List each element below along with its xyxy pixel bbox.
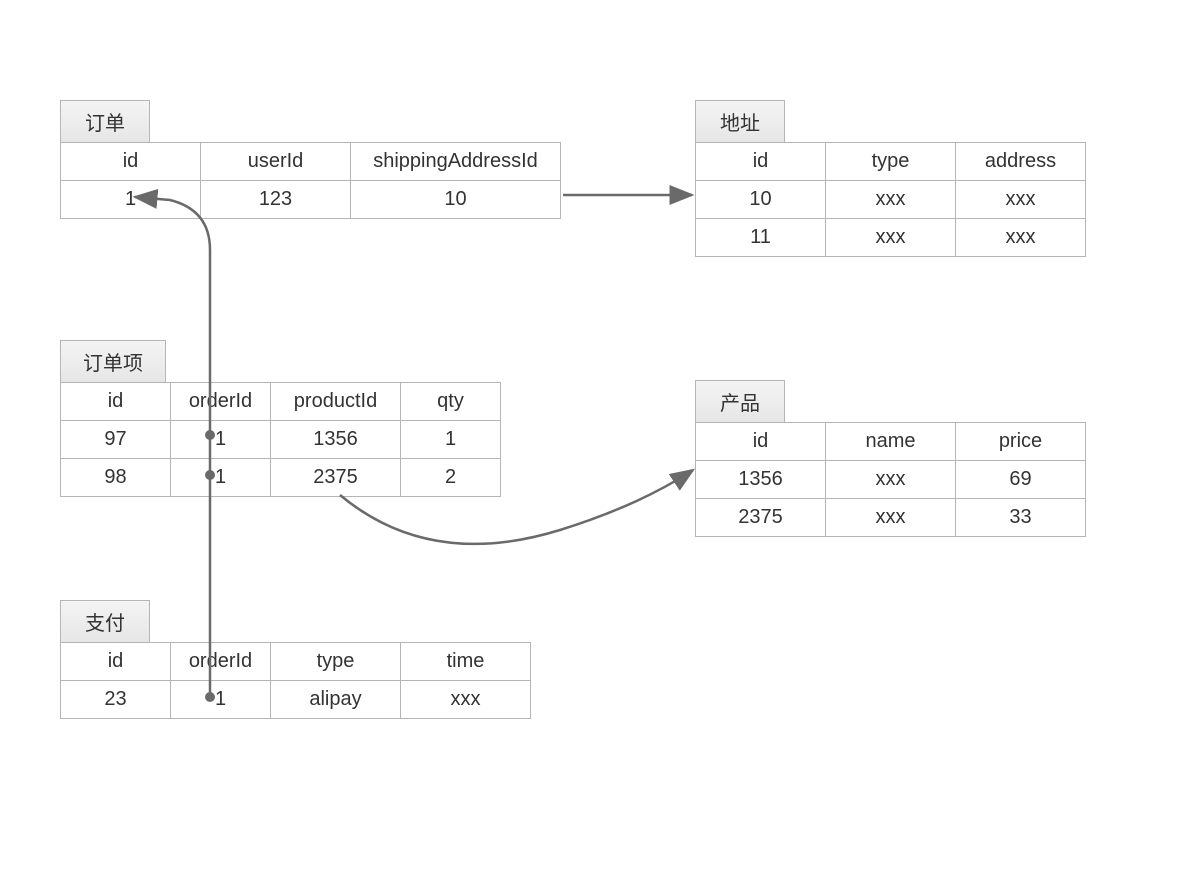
col-id: id xyxy=(61,643,171,681)
entity-order-title: 订单 xyxy=(60,100,150,142)
col-orderId: orderId xyxy=(171,383,271,421)
table-header-row: id userId shippingAddressId xyxy=(61,143,561,181)
col-qty: qty xyxy=(401,383,501,421)
entity-address-table: id type address 10 xxx xxx 11 xxx xxx xyxy=(695,142,1086,257)
entity-address: 地址 id type address 10 xxx xxx 11 xxx xxx xyxy=(695,100,1086,257)
entity-address-title: 地址 xyxy=(695,100,785,142)
table-row: 10 xxx xxx xyxy=(696,181,1086,219)
col-type: type xyxy=(826,143,956,181)
table-row: 98 1 2375 2 xyxy=(61,459,501,497)
col-time: time xyxy=(401,643,531,681)
cell: xxx xyxy=(826,219,956,257)
cell: 1 xyxy=(171,459,271,497)
table-header-row: id name price xyxy=(696,423,1086,461)
table-row: 2375 xxx 33 xyxy=(696,499,1086,537)
diagram-canvas: 订单 id userId shippingAddressId 1 123 10 … xyxy=(0,0,1200,884)
entity-product: 产品 id name price 1356 xxx 69 2375 xxx 33 xyxy=(695,380,1086,537)
table-row: 1 123 10 xyxy=(61,181,561,219)
table-header-row: id orderId type time xyxy=(61,643,531,681)
entity-order-item: 订单项 id orderId productId qty 97 1 1356 1… xyxy=(60,340,501,497)
col-shippingAddressId: shippingAddressId xyxy=(351,143,561,181)
cell: alipay xyxy=(271,681,401,719)
table-row: 97 1 1356 1 xyxy=(61,421,501,459)
cell: xxx xyxy=(826,181,956,219)
cell: 23 xyxy=(61,681,171,719)
cell: 69 xyxy=(956,461,1086,499)
cell: 97 xyxy=(61,421,171,459)
cell: 1 xyxy=(171,681,271,719)
cell: 1 xyxy=(61,181,201,219)
cell: 11 xyxy=(696,219,826,257)
col-name: name xyxy=(826,423,956,461)
cell: xxx xyxy=(956,219,1086,257)
table-row: 11 xxx xxx xyxy=(696,219,1086,257)
cell: xxx xyxy=(826,461,956,499)
entity-product-table: id name price 1356 xxx 69 2375 xxx 33 xyxy=(695,422,1086,537)
cell: 33 xyxy=(956,499,1086,537)
table-row: 23 1 alipay xxx xyxy=(61,681,531,719)
col-type: type xyxy=(271,643,401,681)
cell: 1 xyxy=(401,421,501,459)
entity-order-item-title: 订单项 xyxy=(60,340,166,382)
col-id: id xyxy=(61,143,201,181)
col-id: id xyxy=(696,423,826,461)
cell: 1 xyxy=(171,421,271,459)
col-id: id xyxy=(61,383,171,421)
cell: 1356 xyxy=(271,421,401,459)
col-productId: productId xyxy=(271,383,401,421)
cell: 123 xyxy=(201,181,351,219)
entity-product-title: 产品 xyxy=(695,380,785,422)
col-id: id xyxy=(696,143,826,181)
cell: 2 xyxy=(401,459,501,497)
col-orderId: orderId xyxy=(171,643,271,681)
cell: 10 xyxy=(351,181,561,219)
cell: 2375 xyxy=(696,499,826,537)
cell: 10 xyxy=(696,181,826,219)
col-address: address xyxy=(956,143,1086,181)
entity-order-item-table: id orderId productId qty 97 1 1356 1 98 … xyxy=(60,382,501,497)
cell: xxx xyxy=(956,181,1086,219)
cell: 1356 xyxy=(696,461,826,499)
col-price: price xyxy=(956,423,1086,461)
cell: xxx xyxy=(826,499,956,537)
cell: 2375 xyxy=(271,459,401,497)
entity-payment: 支付 id orderId type time 23 1 alipay xxx xyxy=(60,600,531,719)
entity-payment-title: 支付 xyxy=(60,600,150,642)
entity-order-table: id userId shippingAddressId 1 123 10 xyxy=(60,142,561,219)
cell: 98 xyxy=(61,459,171,497)
table-header-row: id type address xyxy=(696,143,1086,181)
entity-order: 订单 id userId shippingAddressId 1 123 10 xyxy=(60,100,561,219)
table-row: 1356 xxx 69 xyxy=(696,461,1086,499)
table-header-row: id orderId productId qty xyxy=(61,383,501,421)
col-userId: userId xyxy=(201,143,351,181)
entity-payment-table: id orderId type time 23 1 alipay xxx xyxy=(60,642,531,719)
cell: xxx xyxy=(401,681,531,719)
